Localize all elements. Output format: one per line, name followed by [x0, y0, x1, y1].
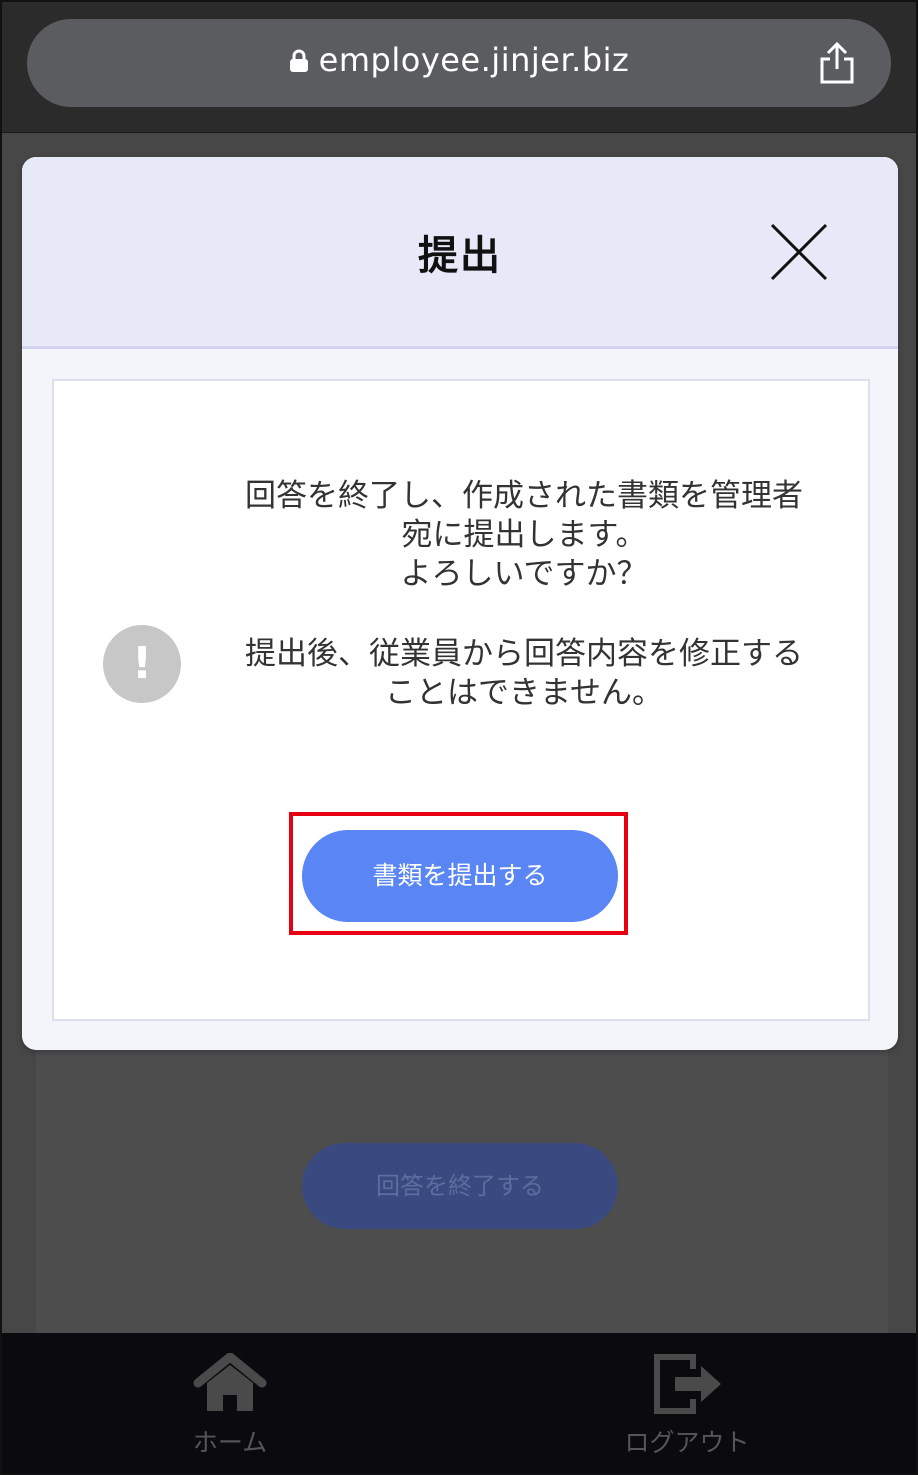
tab-logout[interactable]: ログアウト — [587, 1353, 787, 1459]
browser-toolbar: employee.jinjer.biz — [2, 2, 916, 133]
warning-line: ことはできません。 — [384, 675, 664, 711]
bottom-tab-bar: ホーム ログアウト — [2, 1333, 916, 1473]
tab-home-label: ホーム — [192, 1428, 268, 1457]
warning-icon: ! — [103, 625, 181, 703]
url-display: employee.jinjer.biz — [27, 41, 891, 79]
url-text: employee.jinjer.biz — [318, 41, 630, 79]
tab-logout-label: ログアウト — [624, 1428, 750, 1457]
screen-frame: employee.jinjer.biz 回答を終了する ホーム ログアウト 提出… — [0, 0, 918, 1475]
modal-header: 提出 — [22, 157, 898, 349]
message-line: 宛に提出します。 — [401, 517, 647, 553]
finish-answer-button: 回答を終了する — [302, 1143, 618, 1229]
message-line: よろしいですか？ — [400, 556, 648, 592]
close-icon — [770, 223, 828, 281]
logout-icon — [654, 1354, 721, 1414]
confirmation-message: 回答を終了し、作成された書類を管理者 宛に提出します。 よろしいですか？ — [214, 477, 834, 594]
submit-documents-button[interactable]: 書類を提出する — [302, 830, 618, 922]
tab-home[interactable]: ホーム — [130, 1352, 330, 1459]
close-button[interactable] — [770, 223, 828, 281]
modal-title: 提出 — [418, 233, 502, 279]
warning-message: 提出後、従業員から回答内容を修正する ことはできません。 — [214, 635, 834, 713]
lock-icon — [289, 49, 309, 73]
share-icon[interactable] — [817, 41, 857, 85]
warning-line: 提出後、従業員から回答内容を修正する — [245, 636, 803, 672]
home-icon — [193, 1352, 267, 1411]
address-bar[interactable]: employee.jinjer.biz — [27, 19, 891, 107]
message-line: 回答を終了し、作成された書類を管理者 — [245, 478, 803, 514]
